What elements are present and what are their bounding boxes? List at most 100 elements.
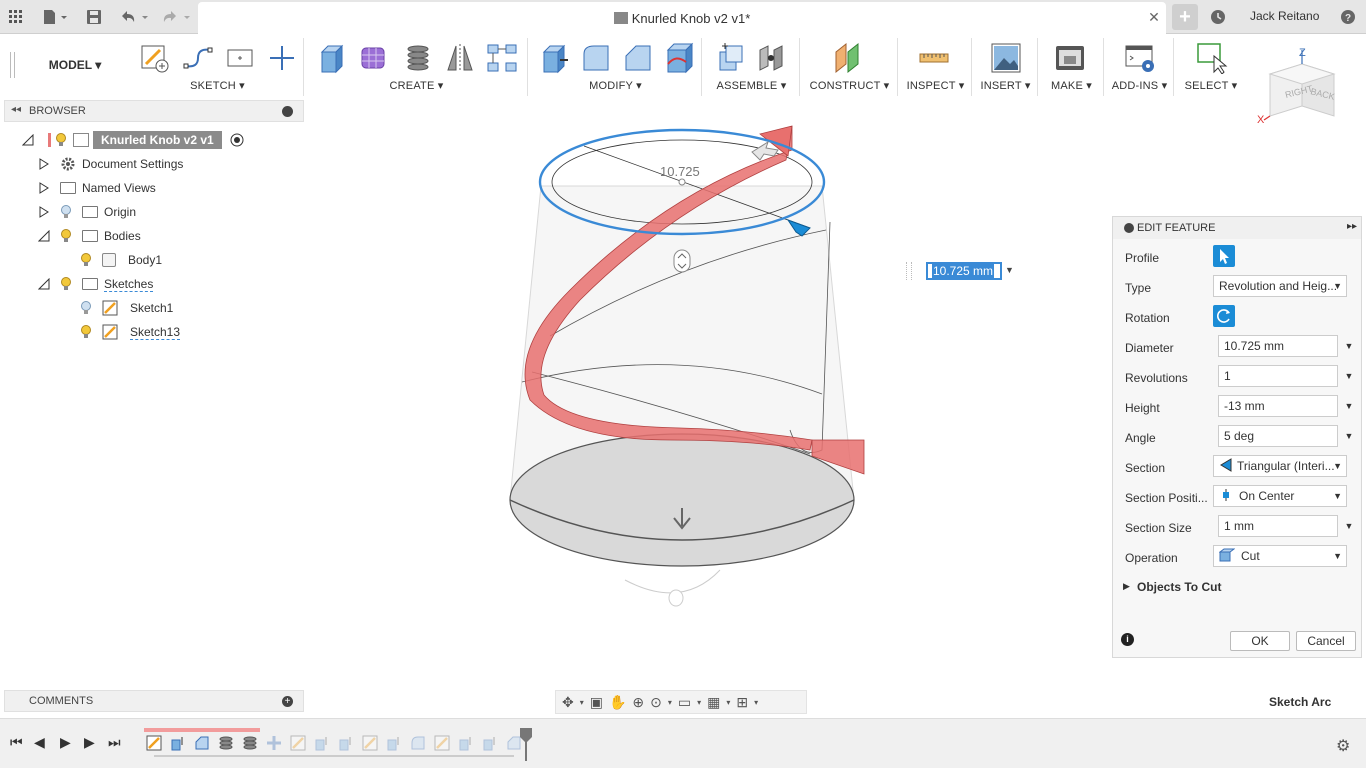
diameter-dropdown-icon[interactable]: ▼ [1342, 335, 1356, 357]
timeline-coil-icon[interactable] [218, 735, 234, 751]
activate-radio-icon[interactable] [230, 133, 244, 147]
timeline-sketch-icon[interactable] [146, 735, 162, 751]
angle-field[interactable]: 5 deg [1218, 425, 1338, 447]
timeline-marker[interactable] [519, 727, 533, 761]
hidden-bulb-icon[interactable] [80, 301, 92, 315]
save-icon[interactable] [86, 6, 102, 28]
minimize-browser-icon[interactable] [282, 106, 293, 117]
section-size-field[interactable]: 1 mm [1218, 515, 1338, 537]
visibility-bulb-icon[interactable] [80, 253, 92, 267]
measure-icon[interactable] [918, 42, 950, 74]
info-icon[interactable]: i [1121, 633, 1134, 646]
grid-icon[interactable]: ▦ [707, 694, 720, 711]
browser-item-document-settings[interactable]: Document Settings [38, 153, 183, 175]
3d-viewport[interactable]: 10.725 [420, 110, 890, 620]
mirror-icon[interactable] [444, 42, 476, 74]
timeline-extrude-icon[interactable] [482, 735, 498, 751]
minimize-panel-icon[interactable] [1124, 223, 1134, 233]
revolutions-dropdown-icon[interactable]: ▼ [1342, 365, 1356, 387]
type-select[interactable]: Revolution and Heig... ▼ [1213, 275, 1347, 297]
timeline-fillet-icon[interactable] [410, 735, 426, 751]
body-bottom-face[interactable] [509, 433, 855, 567]
pan-hand-icon[interactable]: ✋ [609, 694, 626, 711]
go-to-start-icon[interactable]: ⏮ [10, 734, 23, 751]
visibility-bulb-icon[interactable] [60, 277, 72, 291]
timeline-coil-icon[interactable] [242, 735, 258, 751]
profile-select-button[interactable] [1213, 245, 1235, 267]
insert-image-icon[interactable] [990, 42, 1022, 74]
expand-triangle-icon[interactable] [38, 206, 50, 218]
rotation-toggle-button[interactable] [1213, 305, 1235, 327]
visibility-bulb-icon[interactable] [60, 229, 72, 243]
3d-print-icon[interactable] [1054, 42, 1086, 74]
scripts-addins-icon[interactable] [1124, 42, 1156, 74]
look-at-icon[interactable]: ▣ [590, 694, 603, 711]
select-menu[interactable]: SELECT ▾ [1176, 79, 1246, 92]
fillet-icon[interactable] [580, 42, 612, 74]
timeline-sketch-icon[interactable] [434, 735, 450, 751]
play-icon[interactable]: ▶ [60, 734, 71, 751]
modify-menu[interactable]: MODIFY ▾ [530, 79, 701, 92]
timeline-extrude-icon[interactable] [338, 735, 354, 751]
visibility-bulb-icon[interactable] [55, 133, 67, 147]
objects-to-cut-row[interactable]: ▶ Objects To Cut [1113, 575, 1363, 605]
toolbar-grip[interactable] [10, 52, 15, 78]
browser-item-sketches[interactable]: Sketches [38, 273, 154, 295]
make-menu[interactable]: MAKE ▾ [1040, 79, 1103, 92]
step-forward-icon[interactable]: ▶ [84, 734, 95, 751]
joint-icon[interactable] [756, 42, 788, 74]
collapse-triangle-icon[interactable] [38, 278, 50, 290]
operation-select[interactable]: Cut ▼ [1213, 545, 1347, 567]
browser-item-sketch1[interactable]: Sketch1 [80, 297, 173, 319]
offset-plane-icon[interactable] [832, 42, 864, 74]
expand-triangle-icon[interactable] [38, 182, 50, 194]
collapse-triangle-icon[interactable] [22, 134, 34, 146]
timeline-extrude-icon[interactable] [458, 735, 474, 751]
form-icon[interactable] [358, 42, 390, 74]
line-icon[interactable] [182, 42, 214, 74]
browser-item-body1[interactable]: Body1 [80, 249, 162, 271]
diameter-field[interactable]: 10.725 mm [1218, 335, 1338, 357]
create-menu[interactable]: CREATE ▾ [306, 79, 527, 92]
collapse-triangle-icon[interactable] [38, 230, 50, 242]
assemble-menu[interactable]: ASSEMBLE ▾ [704, 79, 799, 92]
browser-item-bodies[interactable]: Bodies [38, 225, 141, 247]
display-settings-icon[interactable]: ▭ [678, 694, 691, 711]
timeline-extrude-icon[interactable] [170, 735, 186, 751]
revolutions-field[interactable]: 1 [1218, 365, 1338, 387]
close-tab-icon[interactable]: ✕ [1146, 9, 1162, 25]
job-status-icon[interactable] [1210, 6, 1226, 28]
new-tab-icon[interactable]: + [1172, 4, 1198, 30]
file-icon[interactable] [40, 6, 70, 28]
timeline-pattern-icon[interactable] [266, 735, 282, 751]
timeline-extrude-icon[interactable] [314, 735, 330, 751]
section-size-dropdown-icon[interactable]: ▼ [1342, 515, 1356, 537]
step-back-icon[interactable]: ◀ [34, 734, 45, 751]
inspect-menu[interactable]: INSPECT ▾ [900, 79, 971, 92]
timeline-sketch-icon[interactable] [362, 735, 378, 751]
go-to-end-icon[interactable]: ⏭ [108, 734, 121, 751]
coil-icon[interactable] [402, 42, 434, 74]
expand-triangle-icon[interactable] [38, 158, 50, 170]
press-pull-icon[interactable] [538, 42, 570, 74]
section-position-select[interactable]: On Center ▼ [1213, 485, 1347, 507]
undo-icon[interactable] [118, 6, 152, 28]
rectangle-icon[interactable] [224, 42, 256, 74]
construct-menu[interactable]: CONSTRUCT ▾ [802, 79, 897, 92]
expand-panel-icon[interactable]: ▸▸ [1347, 221, 1357, 232]
new-component-icon[interactable] [714, 42, 746, 74]
visibility-bulb-icon[interactable] [80, 325, 92, 339]
hidden-bulb-icon[interactable] [60, 205, 72, 219]
angle-dropdown-icon[interactable]: ▼ [1342, 425, 1356, 447]
create-sketch-icon[interactable] [138, 42, 170, 74]
fit-icon[interactable]: ⊙ [650, 694, 662, 711]
zoom-icon[interactable]: ⊕ [632, 694, 644, 711]
insert-menu[interactable]: INSERT ▾ [974, 79, 1037, 92]
browser-item-named-views[interactable]: Named Views [38, 177, 156, 199]
timeline-chamfer-icon[interactable] [194, 735, 210, 751]
point-icon[interactable] [266, 42, 298, 74]
extrude-icon[interactable] [316, 42, 348, 74]
sketch-menu[interactable]: SKETCH ▾ [132, 79, 303, 92]
browser-item-origin[interactable]: Origin [38, 201, 136, 223]
browser-root[interactable]: Knurled Knob v2 v1 [22, 129, 244, 151]
